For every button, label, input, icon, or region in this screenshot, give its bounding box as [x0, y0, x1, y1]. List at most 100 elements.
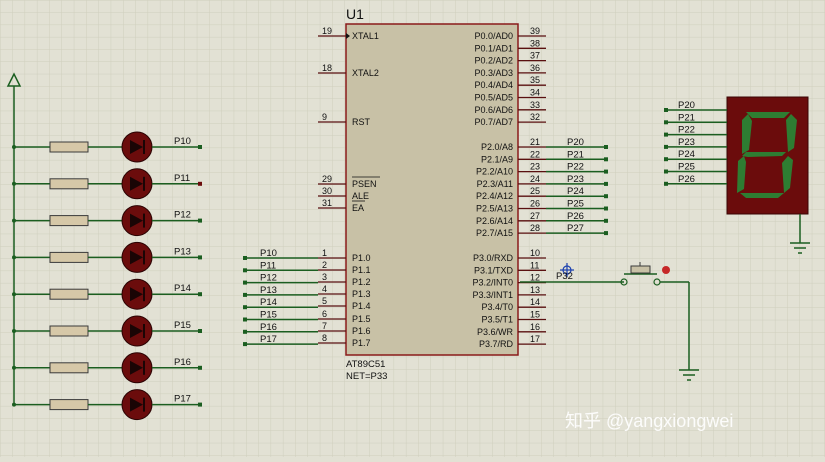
pin-name: PSEN: [352, 179, 377, 189]
net-label: P14: [174, 283, 191, 294]
pin-number: 15: [530, 310, 540, 320]
pin-name: P2.7/A15: [476, 228, 513, 238]
net-label: P13: [260, 285, 277, 296]
net-label: P25: [567, 199, 584, 210]
pin-name: P0.1/AD1: [474, 43, 513, 53]
net-label: P10: [260, 248, 277, 259]
pin-name: P0.5/AD5: [474, 93, 513, 103]
pin-number: 5: [322, 296, 327, 306]
pin-number: 29: [322, 174, 332, 184]
pin-name: P3.4/T0: [481, 302, 513, 312]
pin-name: P2.1/A9: [481, 154, 513, 164]
pin-name: P0.3/AD3: [474, 68, 513, 78]
net-label: P20: [567, 137, 584, 148]
net-label: P26: [567, 211, 584, 222]
pin-name: P1.7: [352, 338, 371, 348]
pin-number: 31: [322, 198, 332, 208]
pin-name: P3.0/RXD: [473, 253, 514, 263]
resistor: [49, 141, 89, 153]
pin-name: P0.4/AD4: [474, 80, 513, 90]
resistor: [49, 251, 89, 263]
pin-number: 26: [530, 199, 540, 209]
pin-number: 17: [530, 334, 540, 344]
net-label: P27: [567, 223, 584, 234]
pin-name: RST: [352, 117, 371, 127]
pin-name: P0.0/AD0: [474, 31, 513, 41]
button-indicator-icon: [662, 266, 670, 274]
pin-number: 1: [322, 248, 327, 258]
pin-number: 36: [530, 63, 540, 73]
resistor: [49, 178, 89, 190]
pin-number: 34: [530, 88, 540, 98]
net-label: P23: [567, 174, 584, 185]
pin-number: 11: [530, 260, 539, 270]
pin-number: 39: [530, 26, 540, 36]
pin-name: P1.4: [352, 301, 371, 311]
pin-name: P3.6/WR: [477, 327, 514, 337]
net-label: P17: [260, 334, 277, 345]
pin-number: 16: [530, 322, 540, 332]
net-label: P22: [678, 125, 695, 136]
pin-name: P2.5/A13: [476, 204, 513, 214]
resistor: [49, 399, 89, 411]
pin-number: 18: [322, 63, 332, 73]
pin-number: 21: [530, 137, 540, 147]
pin-name: P1.6: [352, 326, 371, 336]
pin-number: 25: [530, 186, 540, 196]
net-label: P24: [678, 149, 695, 160]
net-label: P16: [260, 322, 277, 333]
net-label: P15: [260, 310, 277, 321]
net-label: P21: [678, 112, 695, 123]
pin-name: P0.2/AD2: [474, 56, 513, 66]
pin-number: 8: [322, 333, 327, 343]
pin-name: P1.3: [352, 289, 371, 299]
pin-number: 32: [530, 112, 540, 122]
pin-number: 37: [530, 51, 540, 61]
pin-name: P1.5: [352, 314, 371, 324]
pin-name: P2.6/A14: [476, 216, 513, 226]
pin-name: XTAL1: [352, 31, 379, 41]
pin-name: P3.5/T1: [481, 315, 513, 325]
net-label: P12: [174, 210, 191, 221]
pin-name: P3.3/INT1: [472, 290, 513, 300]
pin-number: 22: [530, 149, 540, 159]
net-label: P25: [678, 162, 695, 173]
pin-name: XTAL2: [352, 68, 379, 78]
pin-name: P1.2: [352, 277, 371, 287]
resistor: [49, 215, 89, 227]
pin-name: P2.0/A8: [481, 142, 513, 152]
net-label: P24: [567, 186, 584, 197]
watermark-text: 知乎 @yangxiongwei: [565, 411, 733, 431]
pin-name: P1.0: [352, 253, 371, 263]
pin-number: 28: [530, 223, 540, 233]
pin-name: EA: [352, 203, 364, 213]
pin-number: 33: [530, 100, 540, 110]
pin-number: 24: [530, 174, 540, 184]
pin-number: 12: [530, 273, 540, 283]
pin-name: P2.2/A10: [476, 167, 513, 177]
pin-name: P3.1/TXD: [474, 265, 514, 275]
pin-number: 10: [530, 248, 540, 258]
net-label: P17: [174, 394, 191, 405]
resistor: [49, 325, 89, 337]
net-label: P10: [174, 136, 191, 147]
net-label: P20: [678, 100, 695, 111]
chip-ref-label: U1: [346, 6, 364, 22]
pin-number: 3: [322, 272, 327, 282]
pin-number: 35: [530, 75, 540, 85]
net-label: P11: [260, 260, 276, 271]
net-label: P11: [174, 173, 190, 184]
pin-number: 30: [322, 186, 332, 196]
chip-part-label: AT89C51: [346, 359, 385, 370]
resistor: [49, 362, 89, 374]
net-label: P12: [260, 273, 277, 284]
schematic-svg: P10P11P12P13P14P15P16P17 U1 AT89C51 NET=…: [0, 0, 825, 457]
pin-number: 23: [530, 162, 540, 172]
pin-name: P1.1: [352, 265, 371, 275]
pin-name: ALE: [352, 191, 369, 201]
chip-net-label: NET=P33: [346, 371, 387, 382]
pin-name: P3.2/INT0: [472, 278, 513, 288]
pin-number: 13: [530, 285, 540, 295]
net-label: P16: [174, 357, 191, 368]
schematic-canvas: P10 P11 P12 P13 P14 P15 P16 P17 U1 AT89C51 NET=…: [0, 0, 825, 457]
